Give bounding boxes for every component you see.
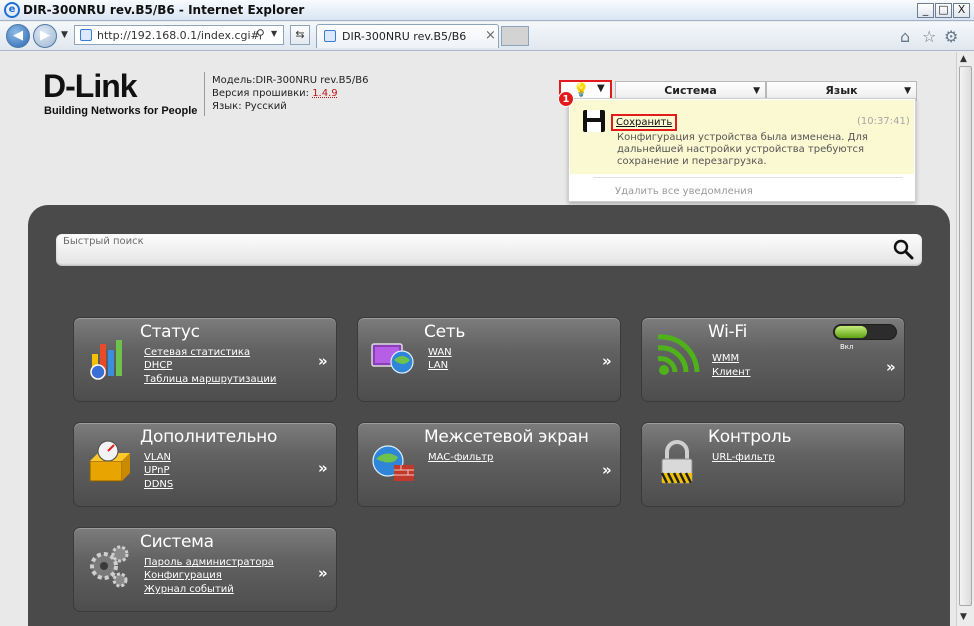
toggle-label: Вкл bbox=[840, 343, 854, 351]
dlink-logo: D-Link bbox=[43, 68, 193, 104]
link-wan[interactable]: WAN bbox=[428, 347, 452, 358]
scrollbar-thumb[interactable] bbox=[959, 66, 972, 606]
more-arrow-icon[interactable]: » bbox=[318, 352, 328, 370]
notification-time: (10:37:41) bbox=[857, 116, 910, 127]
link-upnp[interactable]: UPnP bbox=[144, 465, 170, 476]
link-lan[interactable]: LAN bbox=[428, 360, 448, 371]
vertical-scrollbar[interactable]: ▲ ▼ bbox=[956, 52, 974, 626]
link-routing-table[interactable]: Таблица маршрутизации bbox=[144, 374, 276, 385]
tile-title: Wi-Fi bbox=[708, 322, 748, 342]
network-globe-icon bbox=[371, 343, 414, 374]
menu-system-label: Система bbox=[664, 84, 717, 97]
more-arrow-icon[interactable]: » bbox=[318, 564, 328, 582]
bar-chart-icon bbox=[90, 340, 122, 380]
tile-title: Дополнительно bbox=[140, 427, 278, 447]
tab-title: DIR-300NRU rev.B5/B6 bbox=[342, 30, 467, 43]
tile-network: Сеть WAN LAN » bbox=[357, 317, 621, 402]
firmware-line: Версия прошивки: 1.4.9 bbox=[212, 87, 368, 100]
tile-title: Контроль bbox=[708, 427, 792, 447]
clear-notifications-link[interactable]: Удалить все уведомления bbox=[615, 186, 753, 197]
tile-system: Система Пароль администратора Конфигурац… bbox=[73, 527, 337, 612]
padlock-icon bbox=[660, 440, 693, 484]
chevron-down-icon: ▼ bbox=[597, 83, 605, 94]
tab-page-icon bbox=[324, 30, 336, 42]
more-arrow-icon[interactable]: » bbox=[886, 358, 896, 376]
tile-advanced: Дополнительно VLAN UPnP DDNS » bbox=[73, 422, 337, 507]
link-url-filter[interactable]: URL-фильтр bbox=[712, 452, 775, 463]
link-client[interactable]: Клиент bbox=[712, 367, 751, 378]
firmware-version: 1.4.9 bbox=[312, 88, 338, 99]
magnifier-icon[interactable] bbox=[892, 238, 914, 260]
tile-title: Сеть bbox=[424, 322, 466, 342]
address-bar[interactable]: http://192.168.0.1/index.cgi# ⚲ ▼ bbox=[74, 25, 284, 45]
tile-control: Контроль URL-фильтр bbox=[641, 422, 905, 507]
link-ddns[interactable]: DDNS bbox=[144, 479, 173, 490]
link-mac-filter[interactable]: MAC-фильтр bbox=[428, 452, 493, 463]
close-tab-icon[interactable]: × bbox=[485, 28, 496, 43]
new-tab-button[interactable] bbox=[501, 26, 529, 46]
tile-firewall: Межсетевой экран MAC-фильтр » bbox=[357, 422, 621, 507]
menu-language-label: Язык bbox=[825, 84, 858, 97]
wifi-toggle[interactable]: Вкл bbox=[833, 324, 897, 351]
link-event-log[interactable]: Журнал событий bbox=[144, 584, 234, 595]
more-arrow-icon[interactable]: » bbox=[602, 461, 612, 479]
quick-search-input[interactable]: Быстрый поиск bbox=[56, 234, 922, 266]
tile-title: Статус bbox=[140, 322, 200, 342]
more-arrow-icon[interactable]: » bbox=[602, 352, 612, 370]
notification-item: Сохранить (10:37:41) Конфигурация устрой… bbox=[570, 100, 914, 174]
address-dropdown-icon[interactable]: ▼ bbox=[271, 29, 277, 38]
back-icon[interactable]: ◀ bbox=[6, 24, 30, 48]
page-icon bbox=[80, 29, 92, 41]
favorites-star-icon[interactable]: ☆ bbox=[922, 27, 936, 46]
close-window-button[interactable]: X bbox=[953, 3, 970, 18]
web-page: D-Link Building Networks for People Моде… bbox=[0, 52, 956, 626]
logo-text: D-Link bbox=[43, 68, 138, 104]
refresh-icon[interactable]: ⇆ bbox=[290, 25, 310, 45]
notification-count-badge: 1 bbox=[558, 91, 574, 107]
ie-logo-icon: e bbox=[4, 2, 20, 18]
device-info: Модель:DIR-300NRU rev.B5/B6 Версия проши… bbox=[212, 74, 368, 113]
notification-panel: Сохранить (10:37:41) Конфигурация устрой… bbox=[568, 98, 916, 202]
link-admin-password[interactable]: Пароль администратора bbox=[144, 557, 274, 568]
window-title: DIR-300NRU rev.B5/B6 - Internet Explorer bbox=[23, 3, 305, 17]
browser-tab[interactable]: DIR-300NRU rev.B5/B6 × bbox=[316, 24, 499, 48]
separator bbox=[593, 177, 903, 178]
lightbulb-icon: 💡 bbox=[573, 83, 590, 98]
tile-title: Межсетевой экран bbox=[424, 427, 589, 447]
settings-gear-icon[interactable]: ⚙ bbox=[944, 27, 958, 46]
scroll-down-icon[interactable]: ▼ bbox=[960, 612, 967, 622]
link-wmm[interactable]: WMM bbox=[712, 353, 739, 364]
forward-icon[interactable]: ▶ bbox=[33, 24, 57, 48]
logo-slogan: Building Networks for People bbox=[44, 105, 198, 117]
link-network-stats[interactable]: Сетевая статистика bbox=[144, 347, 250, 358]
language-line: Язык: Русский bbox=[212, 101, 287, 112]
notification-message: Конфигурация устройства была изменена. Д… bbox=[617, 132, 868, 167]
history-dropdown-icon[interactable]: ▼ bbox=[61, 30, 68, 40]
scroll-up-icon[interactable]: ▲ bbox=[960, 54, 967, 64]
search-placeholder: Быстрый поиск bbox=[63, 236, 144, 247]
search-icon[interactable]: ⚲ bbox=[256, 27, 265, 41]
firmware-label: Версия прошивки: bbox=[212, 88, 313, 99]
model-line: Модель:DIR-300NRU rev.B5/B6 bbox=[212, 75, 369, 86]
link-vlan[interactable]: VLAN bbox=[144, 452, 171, 463]
link-dhcp[interactable]: DHCP bbox=[144, 360, 172, 371]
link-configuration[interactable]: Конфигурация bbox=[144, 570, 222, 581]
tile-status: Статус Сетевая статистика DHCP Таблица м… bbox=[73, 317, 337, 402]
firewall-globe-icon bbox=[372, 445, 414, 481]
address-text: http://192.168.0.1/index.cgi# bbox=[97, 29, 260, 42]
home-icon[interactable]: ⌂ bbox=[900, 27, 910, 46]
wifi-icon bbox=[657, 334, 700, 375]
save-link[interactable]: Сохранить bbox=[611, 114, 678, 131]
tile-title: Система bbox=[140, 532, 214, 552]
window-titlebar: e DIR-300NRU rev.B5/B6 - Internet Explor… bbox=[0, 0, 974, 21]
more-arrow-icon[interactable]: » bbox=[318, 459, 328, 477]
maximize-button[interactable]: □ bbox=[935, 3, 952, 18]
floppy-disk-icon bbox=[583, 110, 605, 132]
minimize-button[interactable]: _ bbox=[917, 3, 934, 18]
tile-wifi: Wi-Fi WMM Клиент Вкл » bbox=[641, 317, 905, 402]
gears-icon bbox=[90, 545, 129, 588]
divider bbox=[204, 72, 205, 116]
box-gauge-icon bbox=[89, 440, 130, 482]
toggle-knob bbox=[835, 326, 867, 338]
